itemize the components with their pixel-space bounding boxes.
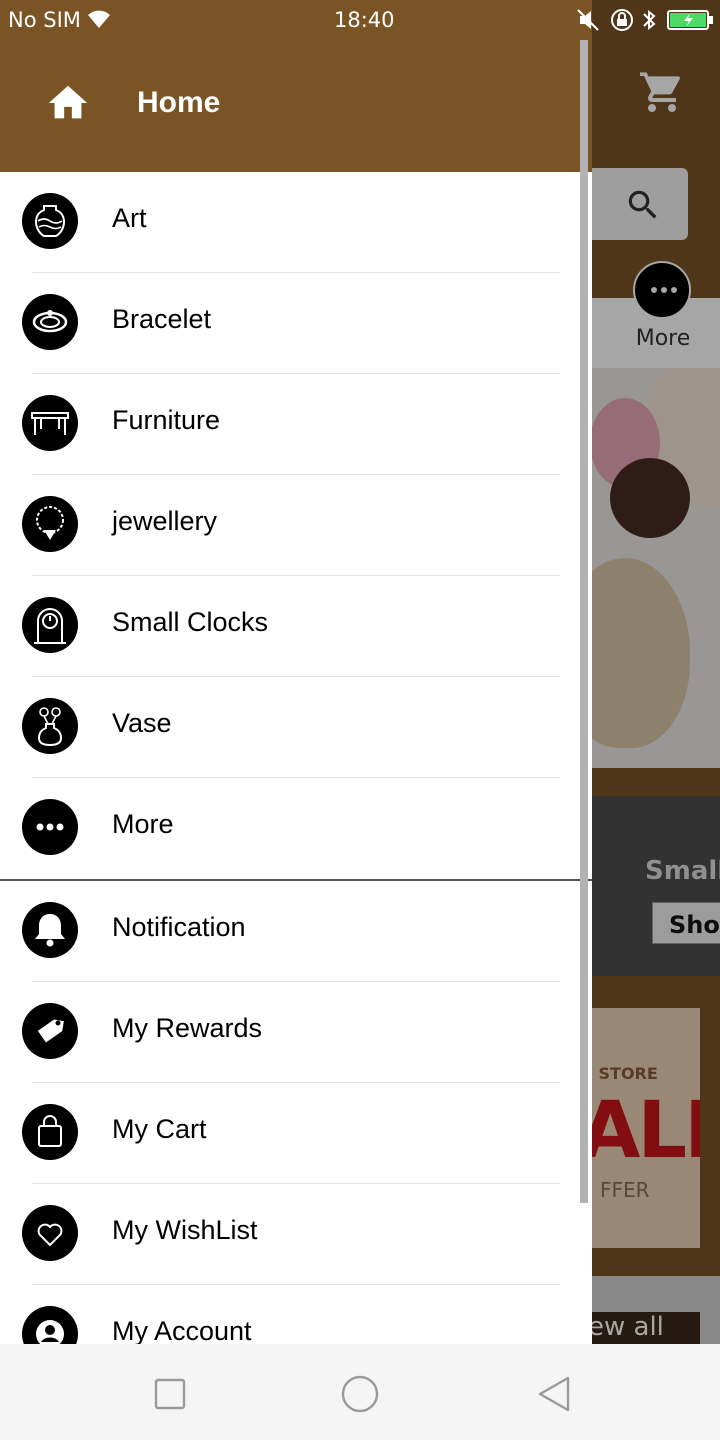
- menu-item-label: Art: [112, 203, 147, 233]
- drawer-title: Home: [137, 86, 221, 119]
- bracelet-icon: [22, 294, 78, 350]
- menu-item-more[interactable]: More: [0, 778, 580, 879]
- status-icons: [577, 9, 713, 31]
- lock-icon: [611, 9, 633, 31]
- menu-item-label: My Rewards: [112, 1013, 263, 1043]
- art-vase-icon: [22, 193, 78, 249]
- more-icon: [22, 799, 78, 855]
- navigation-drawer: Home Art Bracelet Furniture jewellery Sm…: [0, 0, 592, 1440]
- home-icon: [48, 85, 88, 119]
- clock-time: 18:40: [334, 8, 395, 32]
- menu-item-label: Furniture: [112, 405, 221, 435]
- home-button[interactable]: [340, 1374, 380, 1414]
- menu-item-label: My Account: [112, 1316, 252, 1346]
- drawer-menu: Art Bracelet Furniture jewellery Small C…: [0, 172, 592, 1386]
- menu-item-bracelet[interactable]: Bracelet: [0, 273, 580, 374]
- system-nav-bar: [0, 1344, 720, 1440]
- bag-icon: [22, 1104, 78, 1160]
- menu-item-art[interactable]: Art: [0, 172, 580, 273]
- furniture-icon: [22, 395, 78, 451]
- menu-item-label: Small Clocks: [112, 607, 269, 637]
- menu-item-my-cart[interactable]: My Cart: [0, 1083, 580, 1184]
- menu-item-label: My Cart: [112, 1114, 207, 1144]
- bluetooth-icon: [643, 9, 656, 31]
- menu-item-vase[interactable]: Vase: [0, 677, 580, 778]
- back-button[interactable]: [534, 1374, 574, 1414]
- menu-item-my-wishlist[interactable]: My WishList: [0, 1184, 580, 1285]
- vase-icon: [22, 698, 78, 754]
- menu-item-label: More: [112, 809, 174, 839]
- menu-item-my-rewards[interactable]: My Rewards: [0, 982, 580, 1083]
- menu-item-notification[interactable]: Notification: [0, 881, 580, 982]
- menu-item-furniture[interactable]: Furniture: [0, 374, 580, 475]
- menu-item-label: jewellery: [112, 506, 218, 536]
- clock-icon: [22, 597, 78, 653]
- jewellery-icon: [22, 496, 78, 552]
- menu-item-label: Notification: [112, 912, 246, 942]
- bell-icon: [22, 902, 78, 958]
- tag-icon: [22, 1003, 78, 1059]
- menu-item-label: Vase: [112, 708, 172, 738]
- carrier-label: No SIM: [8, 8, 81, 32]
- menu-item-small-clocks[interactable]: Small Clocks: [0, 576, 580, 677]
- menu-item-jewellery[interactable]: jewellery: [0, 475, 580, 576]
- menu-item-label: Bracelet: [112, 304, 212, 334]
- heart-icon: [22, 1205, 78, 1261]
- drawer-scrollbar[interactable]: [580, 40, 588, 1203]
- recent-apps-button[interactable]: [150, 1374, 190, 1414]
- mute-icon: [577, 9, 599, 31]
- menu-item-label: My WishList: [112, 1215, 258, 1245]
- battery-icon: [667, 10, 713, 30]
- status-bar: No SIM 18:40: [0, 0, 720, 40]
- wifi-icon: [88, 10, 110, 28]
